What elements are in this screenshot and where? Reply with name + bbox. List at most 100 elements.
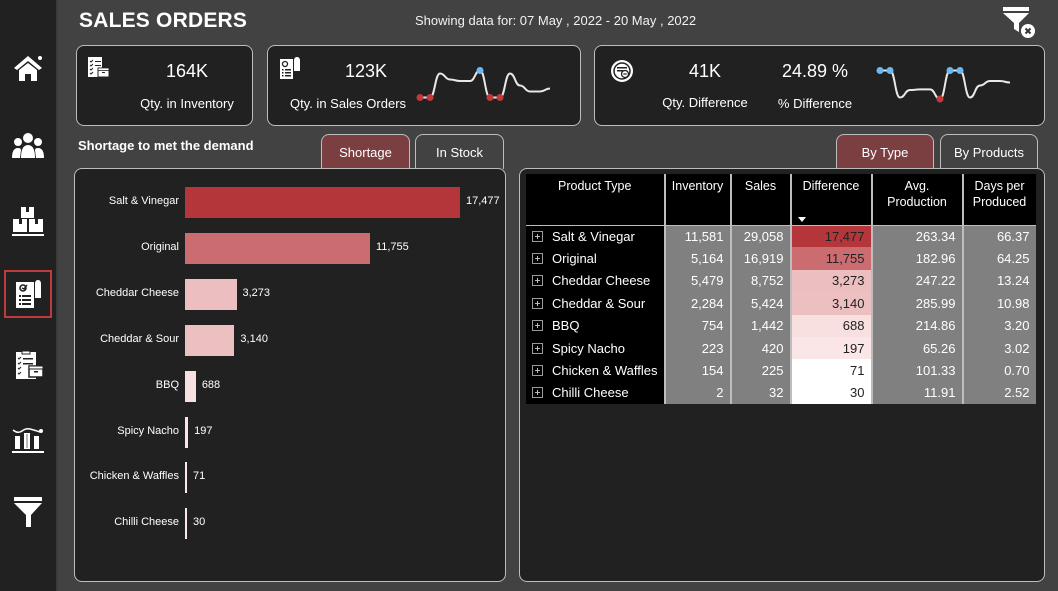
product-type-cell: Cheddar Cheese <box>526 269 665 293</box>
avg-production-cell: 11.91 <box>870 381 963 405</box>
table-row[interactable]: Cheddar & Sour 2,284 5,424 3,140 285.99 10.98 <box>526 292 1036 315</box>
tab-shortage[interactable]: Shortage <box>321 134 410 169</box>
inventory-cell: 2 <box>663 381 731 405</box>
sidebar-item-customers[interactable] <box>4 122 52 170</box>
table-row[interactable]: Cheddar Cheese 5,479 8,752 3,273 247.22 13.24 <box>526 269 1036 293</box>
expand-row-icon[interactable] <box>532 342 543 354</box>
clear-filters-button[interactable] <box>1000 4 1040 40</box>
bar[interactable] <box>185 370 196 402</box>
bar-category-label: Cheddar Cheese <box>95 286 179 299</box>
days-per-produced-cell: 10.98 <box>961 292 1036 315</box>
inventory-qty-value: 164K <box>165 61 209 81</box>
table-row[interactable]: Salt & Vinegar 11,581 29,058 17,477 263.34 66… <box>526 225 1036 248</box>
bar-row: BBQ 688 <box>75 370 505 402</box>
sidebar-item-inventory-checklist[interactable] <box>4 342 52 390</box>
sidebar-item-sales-orders[interactable] <box>4 270 52 318</box>
column-header-sales[interactable]: Sales <box>729 174 791 226</box>
bar-category-label: Chilli Cheese <box>114 516 179 529</box>
expand-row-icon[interactable] <box>532 230 543 242</box>
difference-cell: 17,477 <box>789 225 872 248</box>
difference-cell: 30 <box>789 381 872 405</box>
sales-orders-qty-value: 123K <box>344 61 388 81</box>
days-per-produced-cell: 2.52 <box>961 381 1036 405</box>
sales-cell: 8,752 <box>729 269 791 293</box>
inventory-cell: 11,581 <box>663 225 731 248</box>
sparkline-high-marker <box>946 67 954 74</box>
sparkline-path <box>879 69 1011 101</box>
difference-cell: 3,273 <box>789 269 872 293</box>
bar-row: Cheddar Cheese 3,273 <box>75 278 505 310</box>
bar[interactable] <box>185 232 370 264</box>
product-type-label: Original <box>552 251 597 267</box>
bar-category-label: Original <box>141 240 179 253</box>
bar-category-label: Cheddar & Sour <box>100 332 179 345</box>
column-header-avg-production[interactable]: Avg. Production <box>870 174 963 226</box>
days-per-produced-cell: 64.25 <box>961 247 1036 270</box>
product-type-label: Cheddar & Sour <box>552 295 646 311</box>
tab-by-type[interactable]: By Type <box>836 134 934 169</box>
expand-row-icon[interactable] <box>532 253 543 265</box>
expand-row-icon[interactable] <box>532 275 543 287</box>
table-row[interactable]: BBQ 754 1,442 688 214.86 3.20 <box>526 314 1036 337</box>
sparkline-high-marker <box>886 67 894 74</box>
bar-row: Original 11,755 <box>75 232 505 264</box>
avg-production-cell: 101.33 <box>870 359 963 382</box>
product-type-label: BBQ <box>552 318 580 334</box>
table-row[interactable]: Chilli Cheese 2 32 30 11.91 2.52 <box>526 381 1036 405</box>
bar-category-label: Spicy Nacho <box>117 424 179 437</box>
sparkline-high-marker <box>476 67 484 74</box>
column-header-inventory[interactable]: Inventory <box>663 174 731 226</box>
sales-cell: 1,442 <box>729 314 791 337</box>
kpi-card-difference: 41K Qty. Difference 24.89 % % Difference <box>594 45 1045 126</box>
bar-row: Chicken & Waffles 71 <box>75 462 505 494</box>
kpi-card-inventory: 164K Qty. in Inventory <box>76 45 253 126</box>
bar[interactable] <box>185 278 237 310</box>
bar-value-label: 197 <box>194 424 213 437</box>
column-header-days-per-produced[interactable]: Days per Produced <box>961 174 1036 226</box>
people-icon <box>12 133 44 158</box>
expand-row-icon[interactable] <box>532 365 543 377</box>
column-header-product-type[interactable]: Product Type <box>526 174 665 226</box>
bar[interactable] <box>185 324 235 356</box>
column-header-difference[interactable]: Difference <box>789 174 872 226</box>
difference-qty-value: 41K <box>688 61 722 81</box>
table-row[interactable]: Original 5,164 16,919 11,755 182.96 64.25 <box>526 247 1036 270</box>
difference-cell: 71 <box>789 359 872 382</box>
page-title: SALES ORDERS <box>79 9 248 32</box>
tab-by-products[interactable]: By Products <box>940 134 1038 169</box>
tab-in-stock[interactable]: In Stock <box>415 134 504 169</box>
matrix-header-row: Product Type Inventory Sales Difference … <box>526 174 1036 226</box>
inventory-cell: 5,164 <box>663 247 731 270</box>
sparkline-high-marker <box>956 67 964 74</box>
difference-cell: 11,755 <box>789 247 872 270</box>
table-row[interactable]: Chicken & Waffles 154 225 71 101.33 0.70 <box>526 359 1036 382</box>
bar[interactable] <box>185 187 460 218</box>
product-type-cell: Salt & Vinegar <box>526 225 665 248</box>
inventory-cell: 154 <box>663 359 731 382</box>
inventory-cell: 754 <box>663 314 731 337</box>
bar[interactable] <box>185 462 187 494</box>
funnel-icon <box>14 497 42 527</box>
sidebar-item-filters[interactable] <box>4 487 52 535</box>
bar-row: Cheddar & Sour 3,140 <box>75 324 505 356</box>
product-type-cell: BBQ <box>526 314 665 337</box>
sidebar-item-inventory[interactable] <box>4 197 52 245</box>
avg-production-cell: 263.34 <box>870 225 963 248</box>
expand-row-icon[interactable] <box>532 387 543 399</box>
difference-cell: 197 <box>789 336 872 360</box>
sidebar-item-analytics[interactable] <box>4 414 52 462</box>
table-row[interactable]: Spicy Nacho 223 420 197 65.26 3.02 <box>526 336 1036 360</box>
product-type-cell: Spicy Nacho <box>526 336 665 360</box>
bar-value-label: 3,273 <box>242 286 271 299</box>
sales-cell: 32 <box>729 381 791 405</box>
home-icon <box>14 56 42 81</box>
boxes-icon <box>12 207 44 236</box>
expand-row-icon[interactable] <box>532 320 543 332</box>
sidebar-item-home[interactable] <box>4 44 52 92</box>
avg-production-cell: 214.86 <box>870 314 963 337</box>
expand-row-icon[interactable] <box>532 297 543 309</box>
bar[interactable] <box>185 416 189 448</box>
product-type-cell: Chilli Cheese <box>526 381 665 405</box>
difference-cell: 3,140 <box>789 292 872 315</box>
bar[interactable] <box>185 508 187 540</box>
